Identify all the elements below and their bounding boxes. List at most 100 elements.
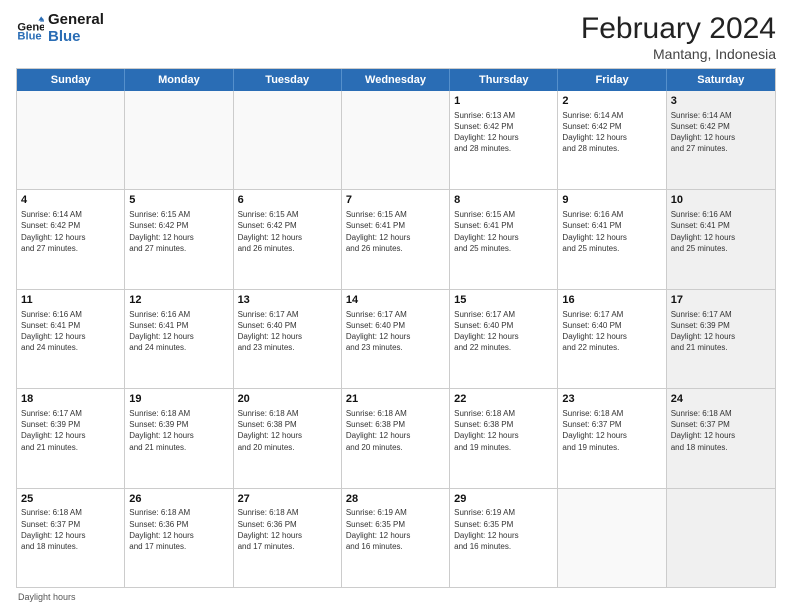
cell-info: Sunrise: 6:19 AM Sunset: 6:35 PM Dayligh… bbox=[346, 507, 445, 552]
cal-cell: 25Sunrise: 6:18 AM Sunset: 6:37 PM Dayli… bbox=[17, 489, 125, 587]
day-number: 12 bbox=[129, 293, 228, 308]
day-number: 16 bbox=[562, 293, 661, 308]
cell-info: Sunrise: 6:17 AM Sunset: 6:40 PM Dayligh… bbox=[562, 309, 661, 354]
cell-info: Sunrise: 6:16 AM Sunset: 6:41 PM Dayligh… bbox=[21, 309, 120, 354]
cal-week: 1Sunrise: 6:13 AM Sunset: 6:42 PM Daylig… bbox=[17, 91, 775, 190]
cell-info: Sunrise: 6:14 AM Sunset: 6:42 PM Dayligh… bbox=[671, 110, 771, 155]
cal-cell bbox=[558, 489, 666, 587]
cal-header-cell: Saturday bbox=[667, 69, 775, 91]
calendar-title: February 2024 bbox=[581, 12, 776, 46]
cal-cell: 8Sunrise: 6:15 AM Sunset: 6:41 PM Daylig… bbox=[450, 190, 558, 288]
cal-cell: 16Sunrise: 6:17 AM Sunset: 6:40 PM Dayli… bbox=[558, 290, 666, 388]
day-number: 11 bbox=[21, 293, 120, 308]
cell-info: Sunrise: 6:17 AM Sunset: 6:39 PM Dayligh… bbox=[671, 309, 771, 354]
cal-header-cell: Tuesday bbox=[234, 69, 342, 91]
cal-cell: 27Sunrise: 6:18 AM Sunset: 6:36 PM Dayli… bbox=[234, 489, 342, 587]
cal-header-cell: Wednesday bbox=[342, 69, 450, 91]
cell-info: Sunrise: 6:13 AM Sunset: 6:42 PM Dayligh… bbox=[454, 110, 553, 155]
logo-line2: Blue bbox=[48, 29, 104, 46]
day-number: 20 bbox=[238, 392, 337, 407]
cell-info: Sunrise: 6:17 AM Sunset: 6:40 PM Dayligh… bbox=[454, 309, 553, 354]
cell-info: Sunrise: 6:17 AM Sunset: 6:39 PM Dayligh… bbox=[21, 408, 120, 453]
calendar-page: General Blue General Blue February 2024 … bbox=[0, 0, 792, 612]
cal-cell: 9Sunrise: 6:16 AM Sunset: 6:41 PM Daylig… bbox=[558, 190, 666, 288]
cell-info: Sunrise: 6:15 AM Sunset: 6:41 PM Dayligh… bbox=[454, 209, 553, 254]
calendar-body: 1Sunrise: 6:13 AM Sunset: 6:42 PM Daylig… bbox=[17, 91, 775, 587]
day-number: 29 bbox=[454, 492, 553, 507]
cell-info: Sunrise: 6:18 AM Sunset: 6:36 PM Dayligh… bbox=[129, 507, 228, 552]
cal-cell bbox=[667, 489, 775, 587]
cal-cell: 26Sunrise: 6:18 AM Sunset: 6:36 PM Dayli… bbox=[125, 489, 233, 587]
cal-cell bbox=[234, 91, 342, 189]
cell-info: Sunrise: 6:18 AM Sunset: 6:37 PM Dayligh… bbox=[21, 507, 120, 552]
cal-cell: 13Sunrise: 6:17 AM Sunset: 6:40 PM Dayli… bbox=[234, 290, 342, 388]
day-number: 10 bbox=[671, 193, 771, 208]
cell-info: Sunrise: 6:15 AM Sunset: 6:42 PM Dayligh… bbox=[238, 209, 337, 254]
logo-icon: General Blue bbox=[16, 15, 44, 43]
cell-info: Sunrise: 6:18 AM Sunset: 6:38 PM Dayligh… bbox=[238, 408, 337, 453]
cell-info: Sunrise: 6:18 AM Sunset: 6:38 PM Dayligh… bbox=[346, 408, 445, 453]
logo: General Blue General Blue bbox=[16, 12, 104, 45]
cal-header-cell: Thursday bbox=[450, 69, 558, 91]
day-number: 23 bbox=[562, 392, 661, 407]
cell-info: Sunrise: 6:19 AM Sunset: 6:35 PM Dayligh… bbox=[454, 507, 553, 552]
day-number: 1 bbox=[454, 94, 553, 109]
day-number: 6 bbox=[238, 193, 337, 208]
cell-info: Sunrise: 6:18 AM Sunset: 6:37 PM Dayligh… bbox=[671, 408, 771, 453]
cal-cell: 29Sunrise: 6:19 AM Sunset: 6:35 PM Dayli… bbox=[450, 489, 558, 587]
cal-cell: 1Sunrise: 6:13 AM Sunset: 6:42 PM Daylig… bbox=[450, 91, 558, 189]
cal-header-cell: Monday bbox=[125, 69, 233, 91]
cal-cell: 2Sunrise: 6:14 AM Sunset: 6:42 PM Daylig… bbox=[558, 91, 666, 189]
cal-cell: 28Sunrise: 6:19 AM Sunset: 6:35 PM Dayli… bbox=[342, 489, 450, 587]
cal-cell: 22Sunrise: 6:18 AM Sunset: 6:38 PM Dayli… bbox=[450, 389, 558, 487]
logo-line1: General bbox=[48, 12, 104, 29]
cal-cell: 7Sunrise: 6:15 AM Sunset: 6:41 PM Daylig… bbox=[342, 190, 450, 288]
footer-note: Daylight hours bbox=[16, 592, 776, 602]
cal-cell: 5Sunrise: 6:15 AM Sunset: 6:42 PM Daylig… bbox=[125, 190, 233, 288]
svg-text:Blue: Blue bbox=[17, 30, 41, 42]
day-number: 3 bbox=[671, 94, 771, 109]
calendar-grid: SundayMondayTuesdayWednesdayThursdayFrid… bbox=[16, 68, 776, 588]
day-number: 7 bbox=[346, 193, 445, 208]
cal-cell: 23Sunrise: 6:18 AM Sunset: 6:37 PM Dayli… bbox=[558, 389, 666, 487]
cal-cell: 15Sunrise: 6:17 AM Sunset: 6:40 PM Dayli… bbox=[450, 290, 558, 388]
title-block: February 2024 Mantang, Indonesia bbox=[581, 12, 776, 62]
cell-info: Sunrise: 6:18 AM Sunset: 6:36 PM Dayligh… bbox=[238, 507, 337, 552]
day-number: 28 bbox=[346, 492, 445, 507]
day-number: 22 bbox=[454, 392, 553, 407]
cal-week: 18Sunrise: 6:17 AM Sunset: 6:39 PM Dayli… bbox=[17, 389, 775, 488]
day-number: 24 bbox=[671, 392, 771, 407]
cal-week: 11Sunrise: 6:16 AM Sunset: 6:41 PM Dayli… bbox=[17, 290, 775, 389]
cal-cell: 19Sunrise: 6:18 AM Sunset: 6:39 PM Dayli… bbox=[125, 389, 233, 487]
cal-cell: 24Sunrise: 6:18 AM Sunset: 6:37 PM Dayli… bbox=[667, 389, 775, 487]
day-number: 18 bbox=[21, 392, 120, 407]
cal-header-cell: Friday bbox=[558, 69, 666, 91]
cal-cell: 11Sunrise: 6:16 AM Sunset: 6:41 PM Dayli… bbox=[17, 290, 125, 388]
header: General Blue General Blue February 2024 … bbox=[16, 12, 776, 62]
cal-cell: 6Sunrise: 6:15 AM Sunset: 6:42 PM Daylig… bbox=[234, 190, 342, 288]
cal-cell: 3Sunrise: 6:14 AM Sunset: 6:42 PM Daylig… bbox=[667, 91, 775, 189]
day-number: 15 bbox=[454, 293, 553, 308]
cal-cell: 12Sunrise: 6:16 AM Sunset: 6:41 PM Dayli… bbox=[125, 290, 233, 388]
cal-header-cell: Sunday bbox=[17, 69, 125, 91]
cell-info: Sunrise: 6:16 AM Sunset: 6:41 PM Dayligh… bbox=[671, 209, 771, 254]
cell-info: Sunrise: 6:14 AM Sunset: 6:42 PM Dayligh… bbox=[21, 209, 120, 254]
cal-cell: 10Sunrise: 6:16 AM Sunset: 6:41 PM Dayli… bbox=[667, 190, 775, 288]
cal-week: 4Sunrise: 6:14 AM Sunset: 6:42 PM Daylig… bbox=[17, 190, 775, 289]
cal-cell bbox=[17, 91, 125, 189]
day-number: 17 bbox=[671, 293, 771, 308]
calendar-header-row: SundayMondayTuesdayWednesdayThursdayFrid… bbox=[17, 69, 775, 91]
cal-cell bbox=[125, 91, 233, 189]
day-number: 25 bbox=[21, 492, 120, 507]
calendar-subtitle: Mantang, Indonesia bbox=[581, 46, 776, 62]
cal-cell: 18Sunrise: 6:17 AM Sunset: 6:39 PM Dayli… bbox=[17, 389, 125, 487]
cell-info: Sunrise: 6:17 AM Sunset: 6:40 PM Dayligh… bbox=[346, 309, 445, 354]
cell-info: Sunrise: 6:16 AM Sunset: 6:41 PM Dayligh… bbox=[129, 309, 228, 354]
day-number: 4 bbox=[21, 193, 120, 208]
day-number: 21 bbox=[346, 392, 445, 407]
cell-info: Sunrise: 6:18 AM Sunset: 6:37 PM Dayligh… bbox=[562, 408, 661, 453]
cal-cell: 20Sunrise: 6:18 AM Sunset: 6:38 PM Dayli… bbox=[234, 389, 342, 487]
day-number: 2 bbox=[562, 94, 661, 109]
cell-info: Sunrise: 6:17 AM Sunset: 6:40 PM Dayligh… bbox=[238, 309, 337, 354]
day-number: 8 bbox=[454, 193, 553, 208]
